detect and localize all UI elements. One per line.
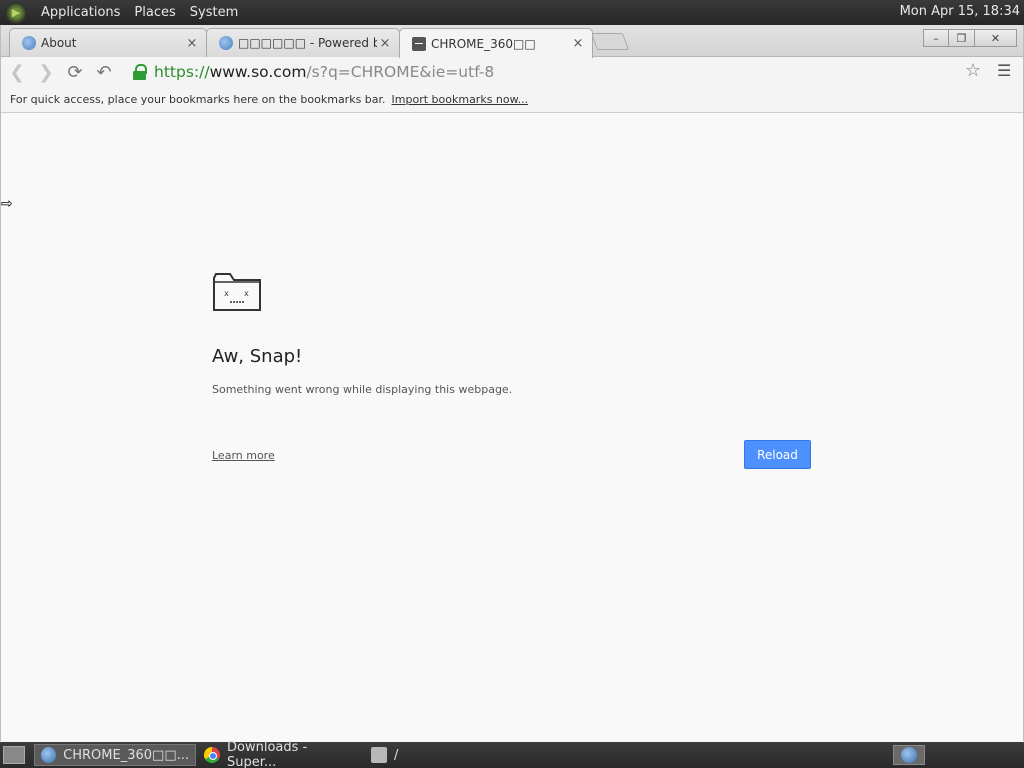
browser-window: About × □□□□□□ - Powered by × CHROME_360… [0,25,1024,741]
globe-icon [22,36,36,50]
sync-icon[interactable]: ⟳ [62,59,88,85]
menu-icon[interactable]: ☰ [997,61,1011,80]
show-desktop-icon[interactable] [3,746,25,764]
tray-browser-icon[interactable] [893,745,925,765]
browser-toolbar: ❮ ❯ ⟳ ↶ https://www.so.com/s?q=CHROME&ie… [1,57,1023,87]
reload-button[interactable]: Reload [744,440,811,469]
taskbar-item-label: Downloads - Super... [227,740,308,768]
top-panel: ▶ Applications Places System Mon Apr 15,… [0,0,1024,25]
new-tab-button[interactable] [590,33,630,50]
distro-logo-icon[interactable]: ▶ [5,1,27,24]
sad-folder-icon: x x [213,273,261,311]
maximize-icon[interactable]: ❐ [949,29,975,47]
window-controls: – ❐ ✕ [923,29,1017,47]
bookmarks-hint: For quick access, place your bookmarks h… [10,93,386,106]
reload-icon[interactable]: ↶ [91,59,117,85]
taskbar-item-root-folder[interactable]: / [365,744,425,766]
page-content: ⇨ x x Aw, Snap! Something went wrong whi… [1,114,1023,741]
globe-icon [219,36,233,50]
places-menu[interactable]: Places [127,5,182,20]
url-scheme: https:// [154,63,210,81]
tab-close-icon[interactable]: × [570,36,586,51]
error-message: Something went wrong while displaying th… [212,383,513,396]
address-bar[interactable]: https://www.so.com/s?q=CHROME&ie=utf-8 [129,58,991,86]
svg-text:x: x [224,289,229,298]
system-menu[interactable]: System [183,5,245,20]
sad-tab-icon [412,36,426,51]
back-arrow-icon[interactable]: ❮ [4,59,30,85]
bottom-panel: CHROME_360□□... Downloads - Super... / [0,740,1024,768]
learn-more-link[interactable]: Learn more [212,449,275,462]
url-host: www.so.com [209,63,307,81]
bookmark-star-icon[interactable]: ☆ [965,60,981,81]
bookmarks-bar: For quick access, place your bookmarks h… [1,87,1023,113]
import-bookmarks-link[interactable]: Import bookmarks now... [392,93,529,106]
tab-strip: About × □□□□□□ - Powered by × CHROME_360… [1,25,1023,58]
applications-menu[interactable]: Applications [34,5,127,20]
taskbar-item-downloads[interactable]: Downloads - Super... [198,740,363,768]
lock-icon [133,64,147,80]
tab-about[interactable]: About × [9,28,207,57]
tab-powered-by[interactable]: □□□□□□ - Powered by × [206,28,400,57]
tab-chrome-360[interactable]: CHROME_360□□ × [399,28,593,58]
tab-title: □□□□□□ - Powered by [238,36,377,50]
close-window-icon[interactable]: ✕ [975,29,1017,47]
globe-icon [41,747,57,763]
tab-title: About [41,36,77,50]
error-title: Aw, Snap! [212,346,303,367]
tab-close-icon[interactable]: × [377,36,393,51]
svg-text:x: x [244,289,249,298]
globe-icon [901,747,917,763]
forward-arrow-icon[interactable]: ❯ [33,59,59,85]
taskbar-item-chrome-360[interactable]: CHROME_360□□... [34,744,196,766]
taskbar-item-label: / [394,747,399,763]
folder-icon [371,747,387,763]
chrome-icon [204,747,220,763]
tab-close-icon[interactable]: × [184,36,200,51]
mouse-cursor-icon: ⇨ [1,196,13,212]
panel-clock[interactable]: Mon Apr 15, 18:34 [900,4,1020,19]
url-path: /s?q=CHROME&ie=utf-8 [306,63,495,81]
tab-title: CHROME_360□□ [431,36,536,51]
minimize-icon[interactable]: – [923,29,949,47]
taskbar-item-label: CHROME_360□□... [63,747,189,763]
